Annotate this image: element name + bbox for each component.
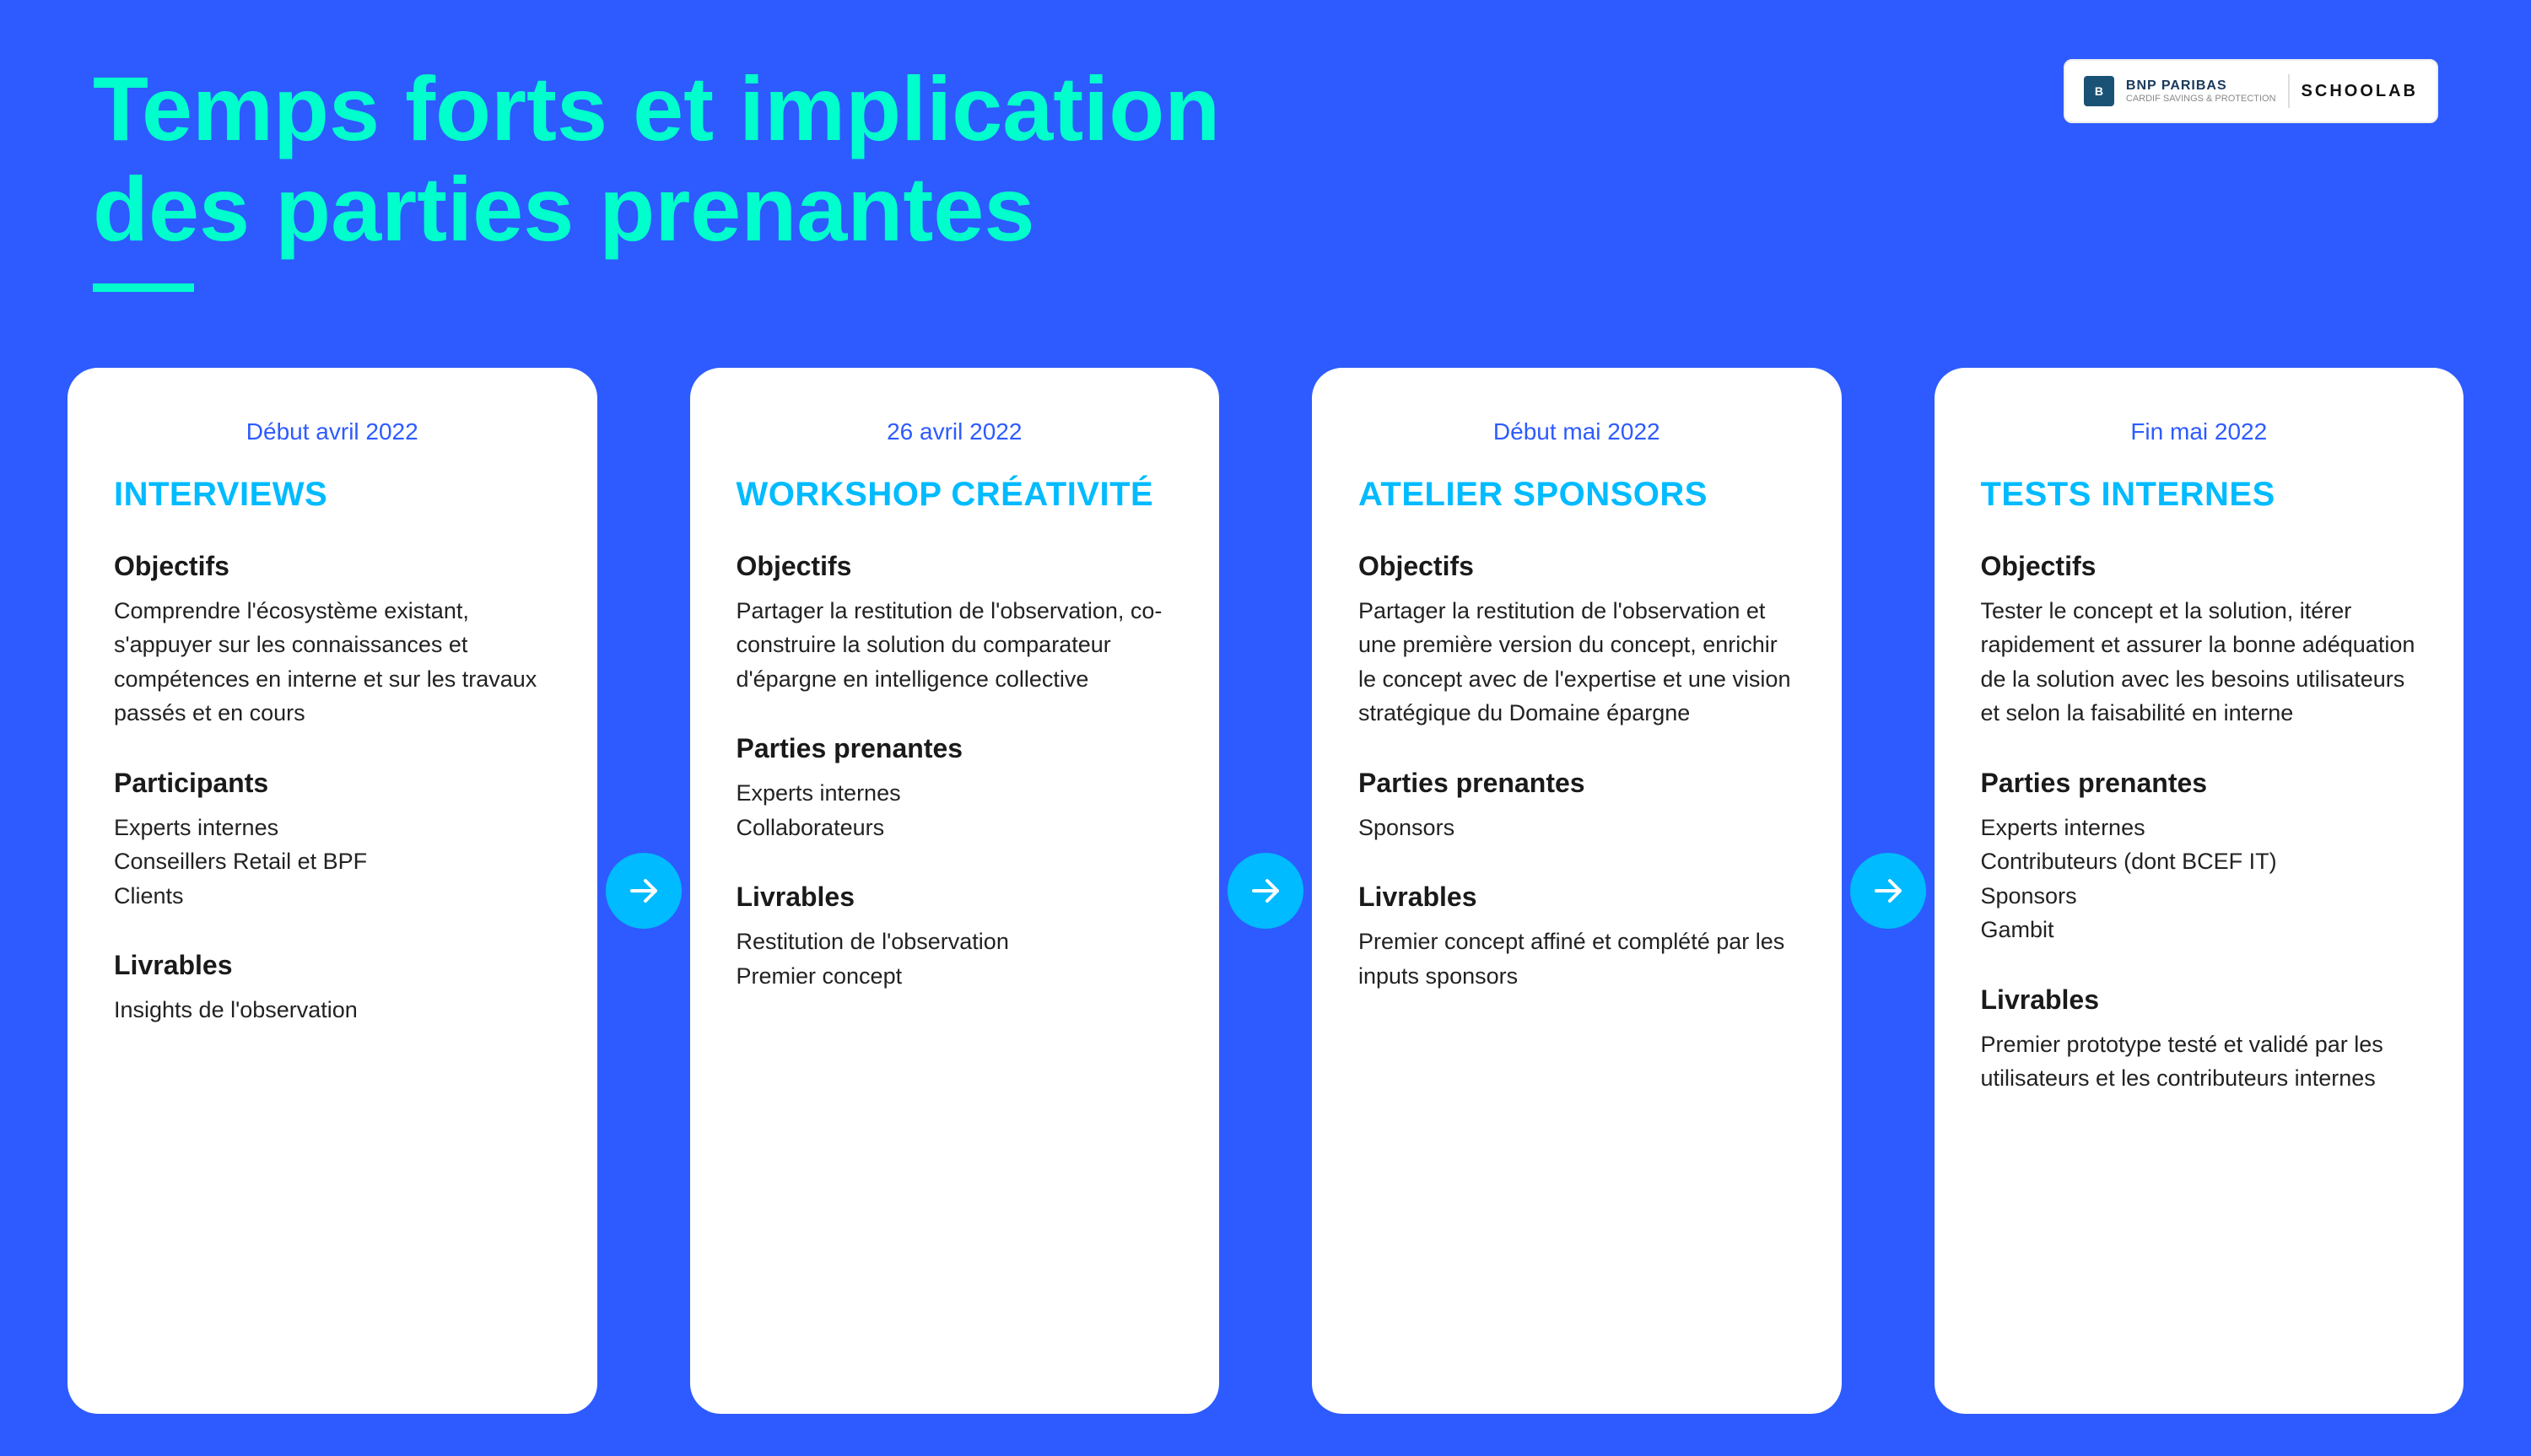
bnp-icon: B — [2084, 76, 2114, 106]
title-block: Temps forts et implication des parties p… — [93, 59, 1220, 292]
card-section-body-0-2: Insights de l'observation — [114, 993, 551, 1027]
card-title-0: INTERVIEWS — [114, 476, 551, 514]
card-2: Début mai 2022 ATELIER SPONSORS Objectifs P… — [1312, 368, 1842, 1414]
arrow-icon-2 — [1870, 872, 1907, 909]
page-header: Temps forts et implication des parties p… — [0, 0, 2531, 292]
card-title-3: TESTS INTERNES — [1981, 476, 2418, 514]
arrow-circle-0 — [606, 853, 682, 929]
card-section-heading-0-1: Participants — [114, 768, 551, 799]
card-date-1: 26 avril 2022 — [737, 418, 1174, 445]
card-section-heading-1-0: Objectifs — [737, 551, 1174, 582]
card-section-heading-0-2: Livrables — [114, 950, 551, 981]
bnp-main-logo: BNP PARIBAS — [2126, 78, 2276, 94]
card-section-heading-3-1: Parties prenantes — [1981, 768, 2418, 799]
card-section-heading-3-2: Livrables — [1981, 984, 2418, 1016]
arrow-icon-1 — [1247, 872, 1284, 909]
title-underline — [93, 283, 194, 292]
card-section-heading-1-1: Parties prenantes — [737, 733, 1174, 764]
bnp-text-block: BNP PARIBAS CARDIF SAVINGS & PROTECTION — [2126, 78, 2276, 104]
page-title: Temps forts et implication des parties p… — [93, 59, 1220, 260]
card-section-body-0-1: Experts internes Conseillers Retail et B… — [114, 811, 551, 914]
card-section-heading-2-1: Parties prenantes — [1358, 768, 1795, 799]
card-section-heading-3-0: Objectifs — [1981, 551, 2418, 582]
card-section-body-3-1: Experts internes Contributeurs (dont BCE… — [1981, 811, 2418, 947]
card-3: Fin mai 2022 TESTS INTERNES Objectifs Teste… — [1935, 368, 2464, 1414]
card-date-3: Fin mai 2022 — [1981, 418, 2418, 445]
card-section-body-3-0: Tester le concept et la solution, itérer… — [1981, 594, 2418, 731]
card-0: Début avril 2022 INTERVIEWS Objectifs Compr… — [67, 368, 597, 1414]
card-section-heading-2-0: Objectifs — [1358, 551, 1795, 582]
card-section-body-1-2: Restitution de l'observation Premier con… — [737, 925, 1174, 993]
card-section-heading-2-2: Livrables — [1358, 882, 1795, 913]
arrow-icon-0 — [625, 872, 662, 909]
arrow-connector-1 — [1219, 853, 1312, 929]
bnp-sub-logo: CARDIF SAVINGS & PROTECTION — [2126, 94, 2276, 104]
card-section-body-2-2: Premier concept affiné et complété par l… — [1358, 925, 1795, 993]
arrow-circle-2 — [1850, 853, 1926, 929]
card-section-heading-0-0: Objectifs — [114, 551, 551, 582]
card-title-2: ATELIER SPONSORS — [1358, 476, 1795, 514]
card-section-body-1-0: Partager la restitution de l'observation… — [737, 594, 1174, 697]
card-section-body-2-1: Sponsors — [1358, 811, 1795, 845]
arrow-connector-0 — [597, 853, 690, 929]
card-section-heading-1-2: Livrables — [737, 882, 1174, 913]
logo-area: B BNP PARIBAS CARDIF SAVINGS & PROTECTIO… — [2064, 59, 2438, 123]
card-section-body-2-0: Partager la restitution de l'observation… — [1358, 594, 1795, 731]
schoolab-logo: SCHOOLAB — [2302, 82, 2418, 101]
card-title-1: WORKSHOP CRÉATIVITÉ — [737, 476, 1174, 514]
card-1: 26 avril 2022 WORKSHOP CRÉATIVITÉ Objectif… — [690, 368, 1220, 1414]
card-section-body-3-2: Premier prototype testé et validé par le… — [1981, 1027, 2418, 1096]
arrow-circle-1 — [1228, 853, 1303, 929]
cards-container: Début avril 2022 INTERVIEWS Objectifs Compr… — [0, 317, 2531, 1456]
card-date-0: Début avril 2022 — [114, 418, 551, 445]
card-date-2: Début mai 2022 — [1358, 418, 1795, 445]
arrow-connector-2 — [1842, 853, 1935, 929]
logo-divider — [2288, 74, 2290, 108]
card-section-body-0-0: Comprendre l'écosystème existant, s'appu… — [114, 594, 551, 731]
card-section-body-1-1: Experts internes Collaborateurs — [737, 776, 1174, 844]
